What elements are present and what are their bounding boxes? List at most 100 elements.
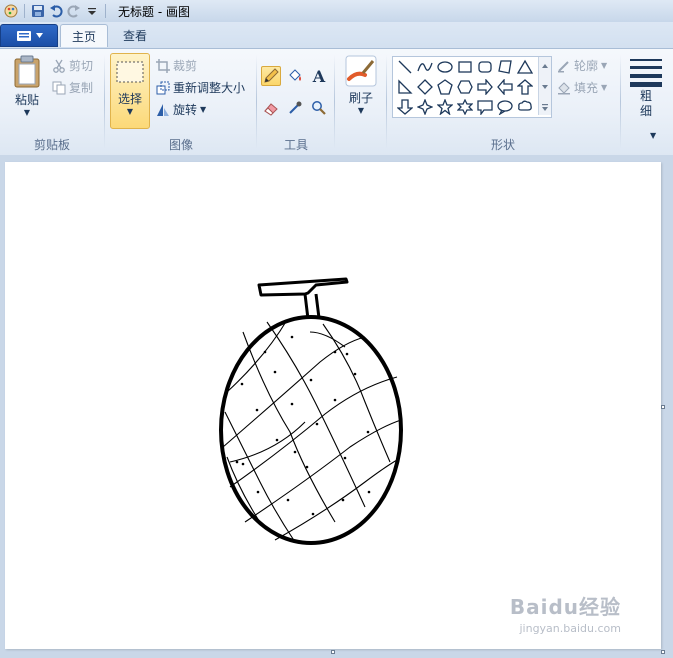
- triangle-icon[interactable]: [515, 57, 535, 77]
- curve-icon[interactable]: [415, 57, 435, 77]
- arrow-right-icon[interactable]: [475, 77, 495, 97]
- fill-dropdown-icon[interactable]: ▼: [601, 83, 607, 92]
- canvas-resize-handle-corner[interactable]: [661, 650, 665, 654]
- fill-button[interactable]: 填充 ▼: [557, 79, 607, 96]
- outline-icon: [558, 60, 569, 72]
- save-icon[interactable]: [29, 2, 47, 20]
- brush-label: 刷子: [348, 91, 373, 105]
- star4-icon[interactable]: [415, 97, 435, 117]
- hexagon-icon[interactable]: [455, 77, 475, 97]
- arrow-left-icon[interactable]: [495, 77, 515, 97]
- watermark-sub: jingyan.baidu.com: [519, 622, 621, 635]
- outline-button[interactable]: 轮廓 ▼: [557, 57, 607, 74]
- copy-icon: [52, 81, 66, 94]
- cut-icon: [53, 59, 65, 73]
- watermark: Baidu经验 jingyan.baidu.com: [510, 591, 621, 635]
- select-dropdown-icon[interactable]: ▼: [127, 107, 133, 116]
- scroll-up-icon[interactable]: [539, 57, 551, 75]
- crop-label: 裁剪: [173, 59, 198, 73]
- size-label: 粗 细: [639, 89, 652, 118]
- group-divider: [620, 55, 621, 149]
- ribbon: 粘贴 ▼ 剪切 复制 剪贴板 选择 ▼ 裁剪 重新调整大小 旋转 ▼ 图像 A …: [0, 48, 673, 156]
- paste-dropdown-icon[interactable]: ▼: [24, 108, 30, 117]
- cut-button[interactable]: 剪切: [52, 57, 93, 74]
- text-icon[interactable]: A: [309, 66, 329, 86]
- shapes-gallery: [392, 56, 552, 118]
- size-dropdown-icon[interactable]: ▼: [650, 131, 656, 140]
- image-group-label: 图像: [168, 138, 193, 152]
- rounded-rectangle-icon[interactable]: [475, 57, 495, 77]
- callout-cloud-icon[interactable]: [515, 97, 535, 117]
- gallery-expand-icon[interactable]: [539, 99, 551, 117]
- oval-icon[interactable]: [435, 57, 455, 77]
- brush-dropdown-icon[interactable]: ▼: [358, 106, 364, 115]
- size-icon: [630, 59, 662, 87]
- size-button[interactable]: 粗 细 ▼: [626, 57, 666, 140]
- brush-icon: [345, 55, 377, 87]
- callout-oval-icon[interactable]: [495, 97, 515, 117]
- qat-divider-2: [105, 4, 106, 18]
- ribbon-tab-strip: 主页 查看: [0, 22, 673, 48]
- file-menu-button[interactable]: [0, 24, 58, 47]
- redo-icon[interactable]: [65, 2, 83, 20]
- melon-drawing: [219, 277, 403, 545]
- paste-button[interactable]: 粘贴 ▼: [8, 55, 46, 117]
- tab-home[interactable]: 主页: [60, 24, 108, 47]
- shapes-gallery-scrollbar[interactable]: [538, 57, 551, 115]
- quick-access-toolbar: [0, 2, 110, 20]
- arrow-up-icon[interactable]: [515, 77, 535, 97]
- diamond-icon[interactable]: [415, 77, 435, 97]
- title-bar: 无标题 - 画图: [0, 0, 673, 23]
- star5-icon[interactable]: [435, 97, 455, 117]
- group-divider: [386, 55, 387, 149]
- outline-label: 轮廓: [574, 59, 599, 73]
- brush-button[interactable]: 刷子 ▼: [342, 55, 380, 115]
- pencil-icon[interactable]: [261, 66, 281, 86]
- window-title: 无标题 - 画图: [118, 4, 190, 19]
- undo-icon[interactable]: [47, 2, 65, 20]
- callout-rect-icon[interactable]: [475, 97, 495, 117]
- crop-button[interactable]: 裁剪: [156, 57, 197, 74]
- rotate-button[interactable]: 旋转 ▼: [156, 101, 206, 118]
- workspace: Baidu经验 jingyan.baidu.com: [0, 155, 673, 658]
- paste-label: 粘贴: [14, 93, 39, 107]
- group-divider: [256, 55, 257, 149]
- outline-dropdown-icon[interactable]: ▼: [601, 61, 607, 70]
- image-group: 选择 ▼ 裁剪 重新调整大小 旋转 ▼ 图像: [106, 49, 256, 155]
- qat-divider: [24, 4, 25, 18]
- resize-label: 重新调整大小: [173, 81, 246, 95]
- scroll-down-icon[interactable]: [539, 78, 551, 96]
- group-divider: [104, 55, 105, 149]
- canvas-resize-handle-bottom[interactable]: [331, 650, 335, 654]
- rotate-dropdown-icon[interactable]: ▼: [200, 105, 206, 114]
- eraser-icon[interactable]: [261, 98, 281, 118]
- fill-bucket-icon[interactable]: [285, 66, 305, 86]
- brushes-group: 刷子 ▼: [336, 49, 386, 155]
- resize-button[interactable]: 重新调整大小: [156, 79, 245, 96]
- shapes-group-label: 形状: [490, 138, 515, 152]
- resize-icon: [156, 81, 170, 94]
- line-icon[interactable]: [395, 57, 415, 77]
- crop-icon: [156, 58, 170, 73]
- copy-button[interactable]: 复制: [52, 79, 93, 96]
- right-triangle-icon[interactable]: [395, 77, 415, 97]
- group-divider: [334, 55, 335, 149]
- copy-label: 复制: [69, 81, 94, 95]
- paste-icon: [14, 55, 40, 88]
- app-menu-icon[interactable]: [2, 2, 20, 20]
- arrow-down-icon[interactable]: [395, 97, 415, 117]
- cut-label: 剪切: [69, 59, 94, 73]
- pentagon-icon[interactable]: [435, 77, 455, 97]
- tools-group: A 工具: [258, 49, 334, 155]
- color-picker-icon[interactable]: [285, 98, 305, 118]
- magnifier-icon[interactable]: [309, 98, 329, 118]
- select-button[interactable]: 选择 ▼: [110, 53, 150, 129]
- rectangle-icon[interactable]: [455, 57, 475, 77]
- canvas-resize-handle-right[interactable]: [661, 405, 665, 409]
- tab-view[interactable]: 查看: [112, 24, 158, 46]
- star6-icon[interactable]: [455, 97, 475, 117]
- drawing-canvas[interactable]: Baidu经验 jingyan.baidu.com: [5, 162, 661, 649]
- customize-qat-icon[interactable]: [83, 2, 101, 20]
- clipboard-group-label: 剪贴板: [33, 138, 70, 152]
- polygon-icon[interactable]: [495, 57, 515, 77]
